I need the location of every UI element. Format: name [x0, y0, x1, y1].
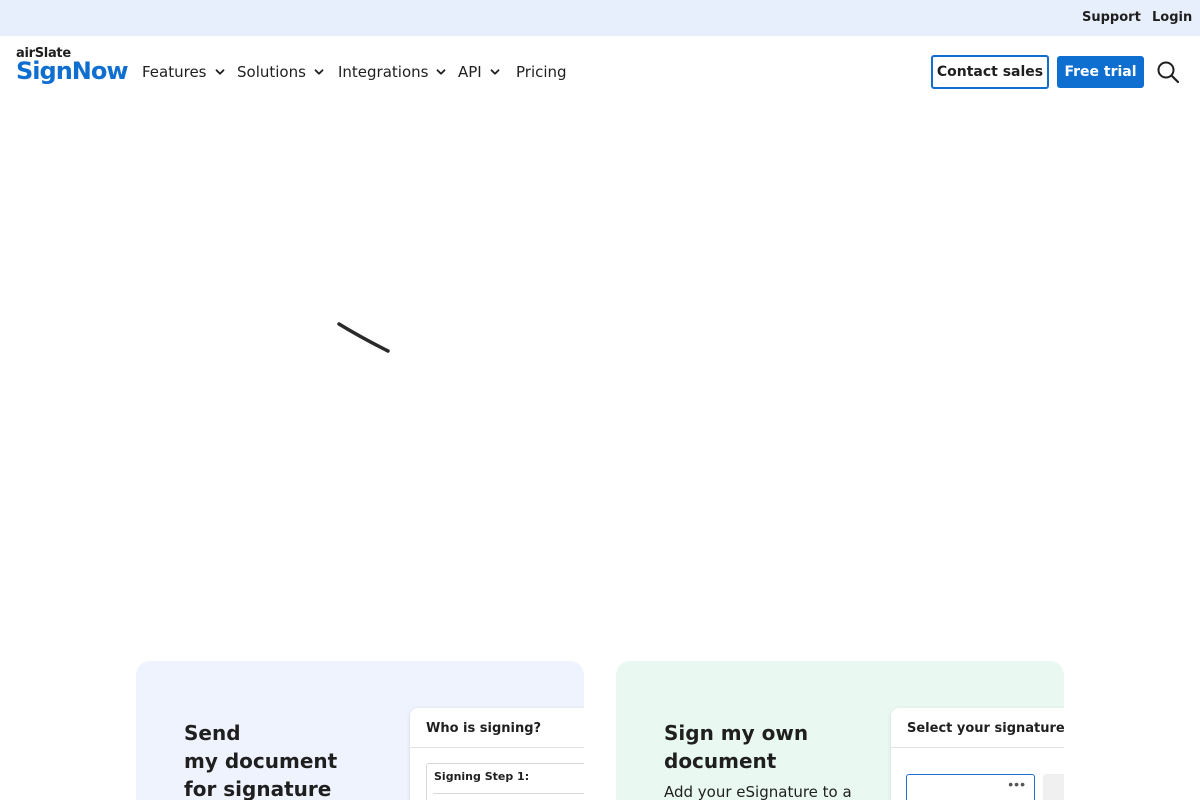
nav-item-label: API — [458, 63, 482, 81]
card-title: Sign my own document — [664, 719, 808, 775]
contact-sales-button[interactable]: Contact sales — [931, 55, 1049, 89]
chevron-down-icon — [490, 69, 500, 75]
more-options-icon: ••• — [1008, 776, 1026, 792]
search-icon[interactable] — [1156, 60, 1180, 84]
preview-title: Who is signing? — [410, 708, 584, 748]
preview-title-row: Select your signature Le — [891, 708, 1064, 748]
signature-option-box: ••• — [906, 774, 1035, 800]
card-title-line: my document — [184, 749, 338, 773]
signature-preview: Select your signature Le ••• — [891, 708, 1064, 800]
nav-item-label: Features — [142, 63, 207, 81]
signing-step-label: Signing Step 1: — [434, 770, 530, 783]
free-trial-button[interactable]: Free trial — [1057, 56, 1144, 88]
support-link[interactable]: Support — [1082, 10, 1141, 25]
utility-bar: Support Login — [0, 0, 1200, 36]
login-link[interactable]: Login — [1152, 10, 1192, 25]
nav-item-solutions[interactable]: Solutions — [237, 63, 325, 81]
chevron-down-icon — [215, 69, 224, 75]
card-title-line: document — [664, 749, 777, 773]
divider — [433, 793, 584, 794]
chevron-down-icon — [314, 69, 324, 75]
card-title-line: for signature — [184, 777, 332, 800]
nav-item-label: Solutions — [237, 63, 306, 81]
loading-spinner-icon — [337, 322, 390, 353]
nav-item-integrations[interactable]: Integrations — [338, 63, 447, 81]
signing-step-box: Signing Step 1: — [426, 763, 584, 800]
preview-title: Select your signature — [907, 721, 1064, 736]
nav-item-api[interactable]: API — [458, 63, 501, 81]
airslate-signnow-logo[interactable]: airSlate SignNow — [16, 46, 129, 86]
nav-item-pricing[interactable]: Pricing — [516, 63, 567, 81]
signers-preview: Who is signing? Signing Step 1: — [410, 708, 584, 800]
sign-own-document-card[interactable]: Sign my own document Add your eSignature… — [616, 661, 1064, 800]
nav-item-features[interactable]: Features — [142, 63, 226, 81]
chevron-down-icon — [437, 69, 446, 75]
signature-option-box — [1043, 774, 1064, 800]
send-document-card[interactable]: Send my document for signature Who is si… — [136, 661, 584, 800]
nav-item-label: Integrations — [338, 63, 429, 81]
card-title: Send my document for signature — [184, 719, 337, 800]
card-title-line: Sign my own — [664, 721, 809, 745]
card-description: Add your eSignature to a — [664, 783, 852, 800]
card-title-line: Send — [184, 721, 241, 745]
nav-item-label: Pricing — [516, 63, 567, 81]
main-header: airSlate SignNow Features Solutions Inte… — [0, 36, 1200, 108]
logo-main-text: SignNow — [16, 57, 129, 85]
